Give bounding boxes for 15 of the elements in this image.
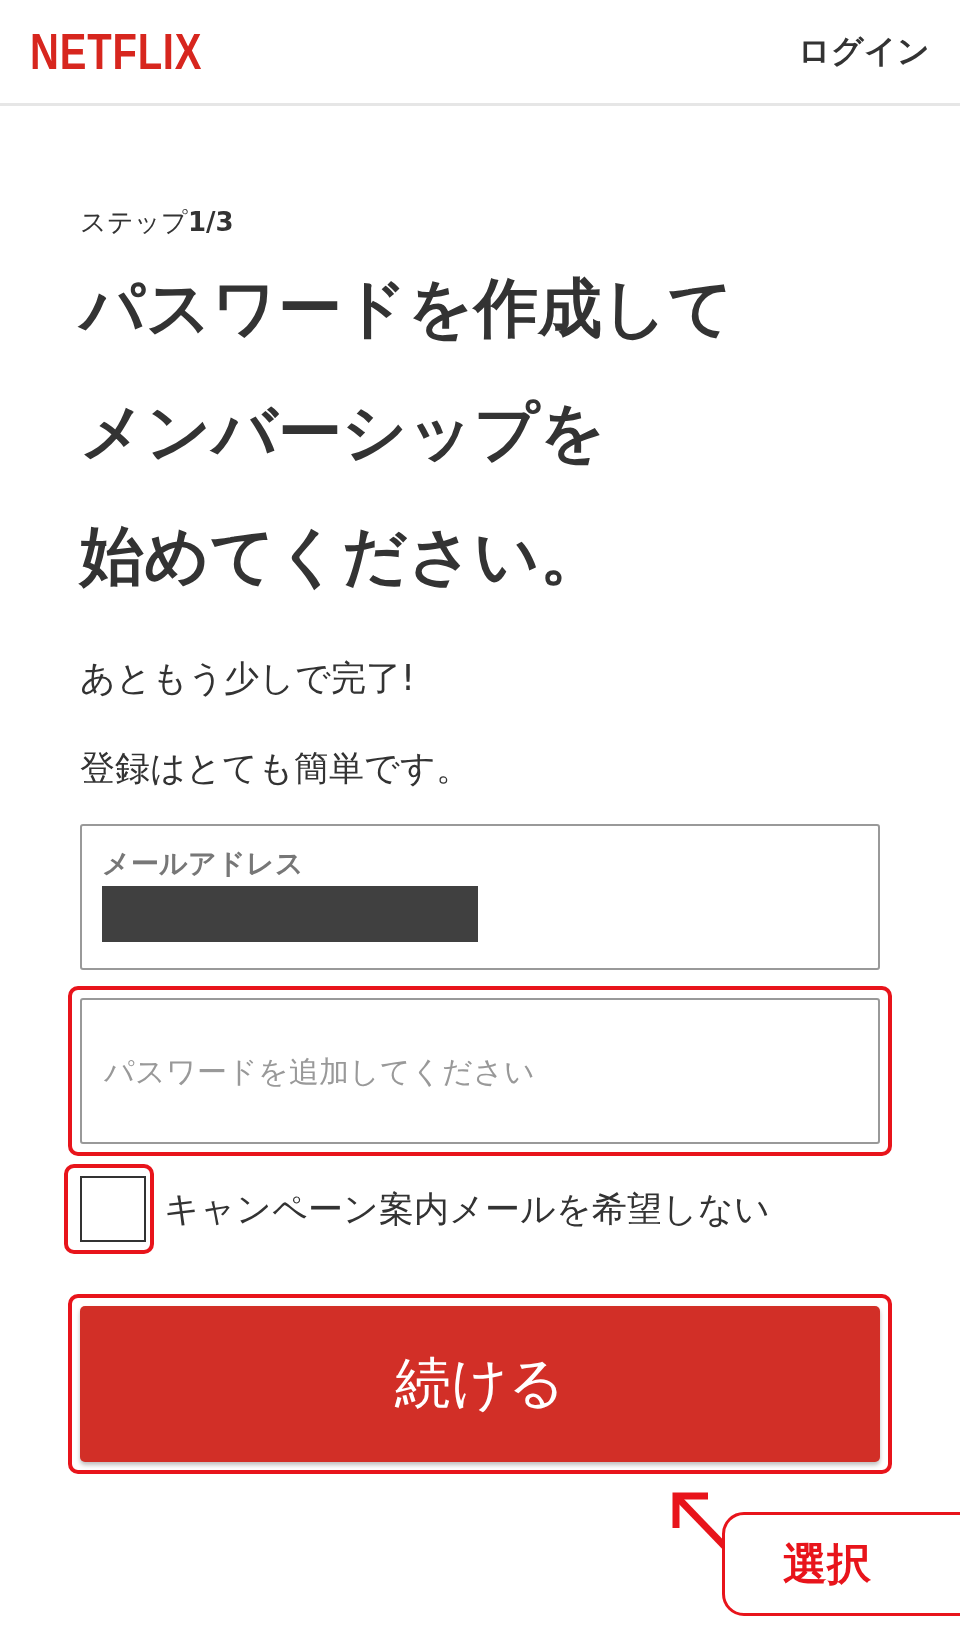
checkbox-label[interactable]: キャンペーン案内メールを希望しない <box>164 1185 770 1233</box>
heading-line: パスワードを作成して <box>80 270 734 347</box>
intro-text: あともう少しで完了! <box>80 657 416 700</box>
email-field[interactable]: メールアドレス <box>80 824 880 970</box>
step-indicator: ステップ1/3 <box>80 206 234 238</box>
login-link[interactable]: ログイン <box>798 29 930 74</box>
checkbox[interactable] <box>80 1176 146 1242</box>
continue-button[interactable]: 続ける <box>80 1306 880 1462</box>
netflix-logo[interactable]: NETFLIX <box>30 22 203 81</box>
field-label: メールアドレス <box>102 846 304 882</box>
callout-text: 選択 <box>783 1536 871 1591</box>
password-field[interactable]: パスワードを追加してください <box>80 998 880 1144</box>
intro-text: 登録はとても簡単です。 <box>80 747 471 790</box>
heading-line: 始めてください。 <box>80 518 604 595</box>
heading-line: メンバーシップを <box>80 394 606 471</box>
